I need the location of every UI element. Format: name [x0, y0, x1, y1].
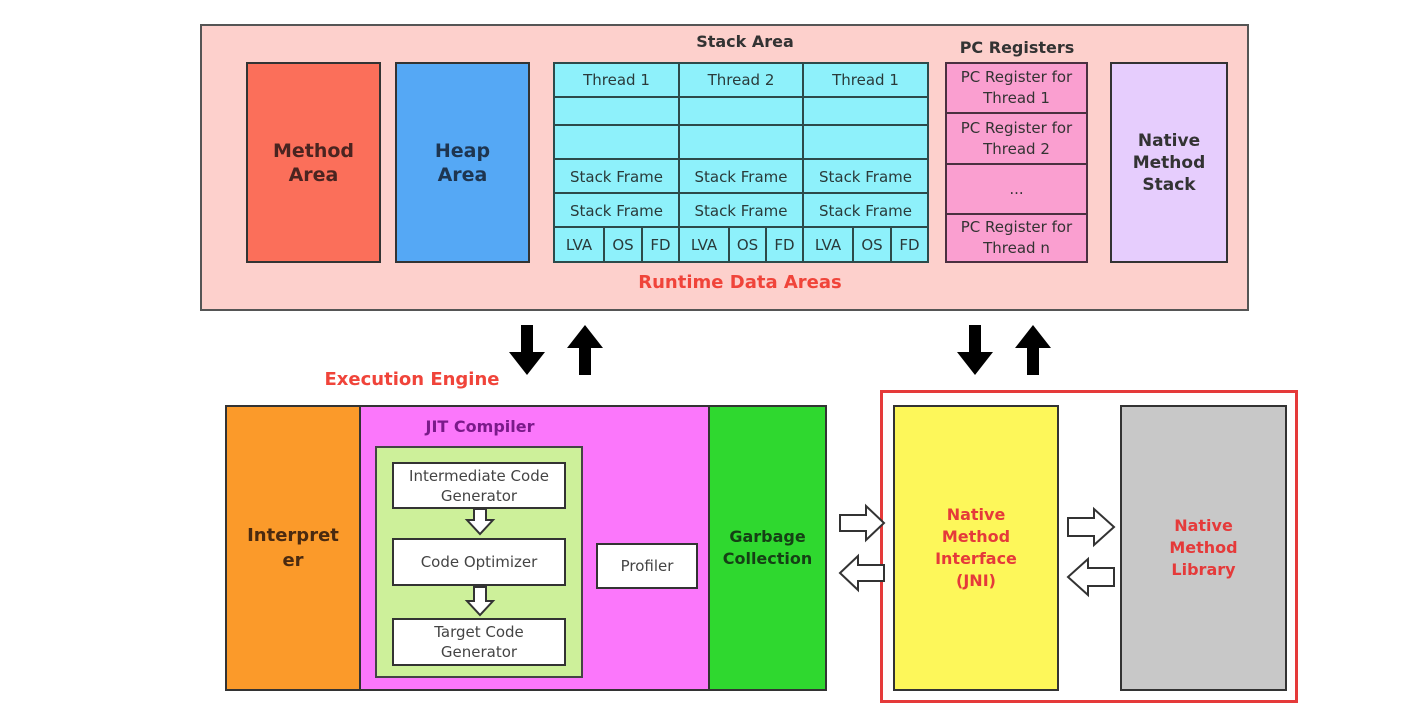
hollow-arrows [464, 503, 1116, 617]
arrow-right-icon [1067, 506, 1116, 548]
arrow-left-icon [1066, 556, 1115, 598]
arrow-right-icon [839, 503, 886, 543]
arrow-left-icon [838, 553, 885, 593]
arrow-down-icon [464, 586, 496, 617]
arrow-down-icon [464, 508, 496, 536]
